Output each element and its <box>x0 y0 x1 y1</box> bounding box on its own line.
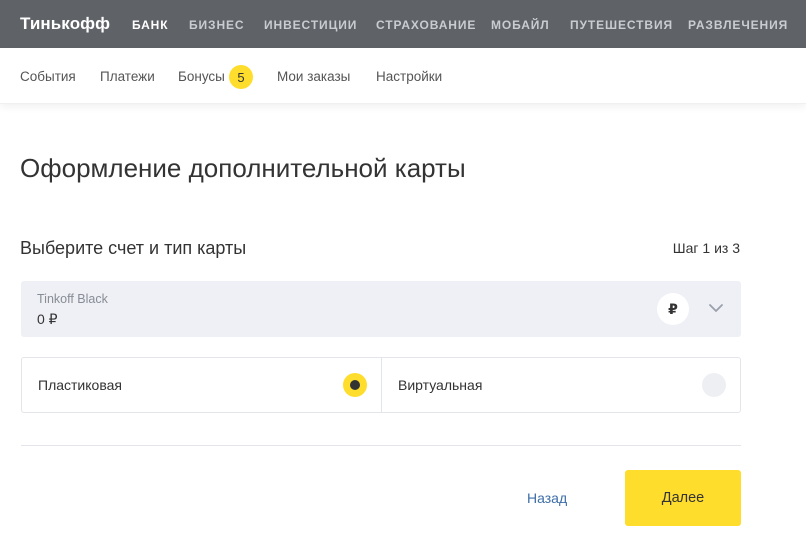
next-button[interactable]: Далее <box>625 470 741 526</box>
sub-nav-item-settings[interactable]: Настройки <box>376 69 442 84</box>
step-indicator: Шаг 1 из 3 <box>672 240 740 256</box>
account-select[interactable]: Tinkoff Black 0 ₽ ₽ <box>21 281 741 337</box>
top-nav-item-business[interactable]: Бизнес <box>189 18 245 32</box>
account-balance: 0 ₽ <box>37 311 58 327</box>
card-option-label: Пластиковая <box>38 377 122 393</box>
chevron-down-icon[interactable] <box>707 301 725 315</box>
top-nav-item-bank[interactable]: Банк <box>132 18 168 32</box>
radio-selected-icon[interactable] <box>343 373 367 397</box>
card-option-label: Виртуальная <box>398 377 483 393</box>
sub-nav-item-events[interactable]: События <box>20 69 76 84</box>
section-title: Выберите счет и тип карты <box>20 238 247 258</box>
page-title: Оформление дополнительной карты <box>20 153 466 183</box>
account-name: Tinkoff Black <box>37 292 108 306</box>
back-button[interactable]: Назад <box>527 490 567 506</box>
card-option-virtual[interactable]: Виртуальная <box>381 358 740 412</box>
top-nav-item-entertainment[interactable]: Развлечения <box>688 18 788 32</box>
brand-logo[interactable]: Тинькофф <box>20 14 110 34</box>
bonus-count-badge: 5 <box>229 65 253 89</box>
card-type-selector: Пластиковая Виртуальная <box>21 357 741 413</box>
radio-unselected-icon[interactable] <box>702 373 726 397</box>
sub-nav-item-payments[interactable]: Платежи <box>100 69 155 84</box>
top-nav-item-travel[interactable]: Путешествия <box>570 18 673 32</box>
top-navigation-bar: Тинькофф Банк Бизнес Инвестиции Страхова… <box>0 0 806 48</box>
card-option-plastic[interactable]: Пластиковая <box>22 358 381 412</box>
top-nav-item-insurance[interactable]: Страхование <box>376 18 476 32</box>
top-nav-item-mobile[interactable]: Мобайл <box>491 18 550 32</box>
divider <box>21 445 741 446</box>
top-nav-item-investments[interactable]: Инвестиции <box>264 18 357 32</box>
sub-navigation-bar: События Платежи Бонусы Мои заказы Настро… <box>0 48 806 104</box>
sub-nav-item-my-orders[interactable]: Мои заказы <box>277 69 350 84</box>
ruble-icon: ₽ <box>657 293 689 325</box>
sub-nav-item-bonuses[interactable]: Бонусы <box>178 69 225 84</box>
